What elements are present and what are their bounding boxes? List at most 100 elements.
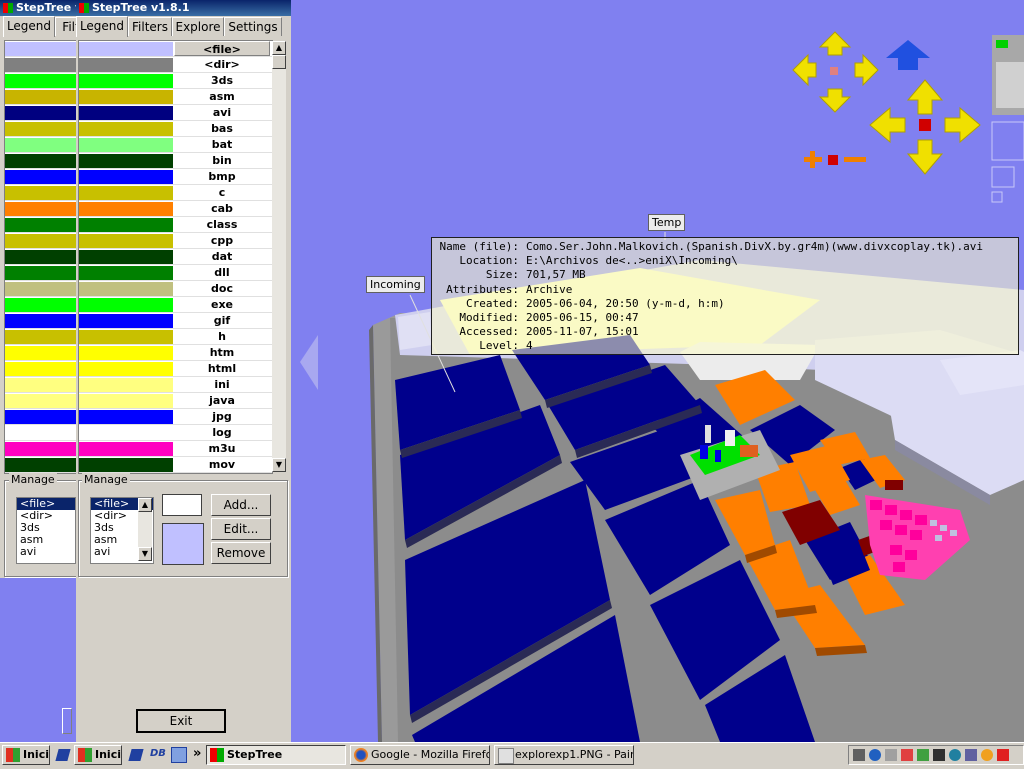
- legend-row[interactable]: 3ds: [79, 73, 272, 89]
- quicklaunch-paint-icon[interactable]: [171, 747, 187, 763]
- legend-row[interactable]: [5, 57, 77, 73]
- legend-row[interactable]: [5, 169, 77, 185]
- quicklaunch-arrow-icon[interactable]: [128, 749, 144, 761]
- tray-icon[interactable]: [965, 749, 977, 761]
- legend-row[interactable]: htm: [79, 345, 272, 361]
- tray-icon[interactable]: [933, 749, 945, 761]
- legend-row[interactable]: [5, 137, 77, 153]
- legend-row[interactable]: class: [79, 217, 272, 233]
- legend-row[interactable]: [5, 249, 77, 265]
- legend-row[interactable]: [5, 377, 77, 393]
- back-tab-legend[interactable]: Legend: [3, 16, 55, 37]
- tab-settings[interactable]: Settings: [224, 17, 282, 36]
- legend-row[interactable]: [5, 89, 77, 105]
- color-preview[interactable]: [162, 523, 204, 565]
- legend-row[interactable]: doc: [79, 281, 272, 297]
- remove-button[interactable]: Remove: [211, 542, 271, 564]
- legend-scrollbar[interactable]: ▲ ▼: [272, 41, 286, 472]
- manage-scroll-down[interactable]: ▼: [138, 547, 152, 561]
- legend-row[interactable]: bmp: [79, 169, 272, 185]
- legend-row[interactable]: mov: [79, 457, 272, 473]
- legend-row[interactable]: [5, 457, 77, 473]
- legend-row[interactable]: [5, 313, 77, 329]
- tray-icon[interactable]: [981, 749, 993, 761]
- manage-scrollbar[interactable]: ▲ ▼: [138, 498, 152, 561]
- legend-row[interactable]: <dir>: [79, 57, 272, 73]
- legend-row[interactable]: [5, 153, 77, 169]
- title-bar[interactable]: StepTree v1.8.1: [76, 0, 291, 16]
- legend-row[interactable]: avi: [79, 105, 272, 121]
- legend-row[interactable]: gif: [79, 313, 272, 329]
- edit-button[interactable]: Edit...: [211, 518, 271, 540]
- scroll-thumb[interactable]: [272, 55, 286, 69]
- tray-icon[interactable]: [901, 749, 913, 761]
- manage-scroll-up[interactable]: ▲: [138, 498, 152, 512]
- treemap-3d-view[interactable]: [291, 16, 1024, 742]
- legend-row[interactable]: bas: [79, 121, 272, 137]
- legend-row[interactable]: [5, 73, 77, 89]
- legend-row[interactable]: m3u: [79, 441, 272, 457]
- legend-row[interactable]: dat: [79, 249, 272, 265]
- scroll-up-button[interactable]: ▲: [272, 41, 286, 55]
- tab-explore[interactable]: Explore: [172, 17, 224, 36]
- legend-row[interactable]: [5, 409, 77, 425]
- legend-row[interactable]: log: [79, 425, 272, 441]
- minimap[interactable]: [991, 35, 1024, 203]
- legend-row[interactable]: exe: [79, 297, 272, 313]
- scroll-down-button[interactable]: ▼: [272, 458, 286, 472]
- legend-row[interactable]: [5, 265, 77, 281]
- legend-row[interactable]: [5, 329, 77, 345]
- legend-row[interactable]: [5, 233, 77, 249]
- exit-button[interactable]: Exit: [136, 709, 226, 733]
- legend-row[interactable]: <file>: [79, 41, 272, 57]
- legend-row[interactable]: [5, 425, 77, 441]
- legend-row[interactable]: [5, 105, 77, 121]
- legend-row[interactable]: [5, 393, 77, 409]
- legend-row[interactable]: cab: [79, 201, 272, 217]
- back-legend-list[interactable]: [4, 40, 78, 474]
- legend-row[interactable]: html: [79, 361, 272, 377]
- tray-icon[interactable]: [997, 749, 1009, 761]
- legend-row[interactable]: [5, 441, 77, 457]
- legend-row[interactable]: bin: [79, 153, 272, 169]
- tab-filters[interactable]: Filters: [128, 17, 172, 36]
- start-button-2[interactable]: Inicio: [74, 745, 122, 765]
- taskbar-paint[interactable]: explorexp1.PNG - Paint: [494, 745, 634, 765]
- tray-icon[interactable]: [853, 749, 865, 761]
- add-button[interactable]: Add...: [211, 494, 271, 516]
- legend-row[interactable]: [5, 361, 77, 377]
- legend-row[interactable]: asm: [79, 89, 272, 105]
- legend-row[interactable]: [5, 217, 77, 233]
- legend-row[interactable]: ini: [79, 377, 272, 393]
- back-title-bar[interactable]: StepTree v: [0, 0, 77, 16]
- start-button[interactable]: Inicio: [2, 745, 50, 765]
- legend-row[interactable]: c: [79, 185, 272, 201]
- legend-row[interactable]: [5, 185, 77, 201]
- legend-row[interactable]: bat: [79, 137, 272, 153]
- system-tray[interactable]: [848, 745, 1024, 765]
- new-extension-input[interactable]: [162, 494, 202, 516]
- legend-row[interactable]: [5, 345, 77, 361]
- legend-row[interactable]: [5, 201, 77, 217]
- legend-row[interactable]: jpg: [79, 409, 272, 425]
- tab-legend[interactable]: Legend: [76, 16, 128, 37]
- manage-list-item[interactable]: avi: [17, 546, 75, 558]
- nav-arrows[interactable]: [792, 31, 981, 175]
- legend-row[interactable]: [5, 41, 77, 57]
- tray-icon[interactable]: [885, 749, 897, 761]
- legend-row[interactable]: java: [79, 393, 272, 409]
- taskbar-chevron[interactable]: »: [193, 746, 201, 761]
- quicklaunch-icon[interactable]: [55, 749, 71, 761]
- tray-icon[interactable]: [949, 749, 961, 761]
- taskbar-firefox[interactable]: Google - Mozilla Firefox: [350, 745, 490, 765]
- legend-row[interactable]: cpp: [79, 233, 272, 249]
- back-manage-list[interactable]: <file> <dir> 3ds asm avi: [16, 497, 76, 564]
- legend-row[interactable]: [5, 121, 77, 137]
- legend-row[interactable]: h: [79, 329, 272, 345]
- legend-list[interactable]: <file> <dir> 3ds asm avi bas bat bin bmp c cab clas…: [78, 40, 273, 474]
- tray-icon[interactable]: [869, 749, 881, 761]
- quicklaunch-db-icon[interactable]: DB: [150, 748, 166, 759]
- legend-row[interactable]: dll: [79, 265, 272, 281]
- legend-row[interactable]: [5, 281, 77, 297]
- side-nav-arrow[interactable]: [300, 335, 318, 390]
